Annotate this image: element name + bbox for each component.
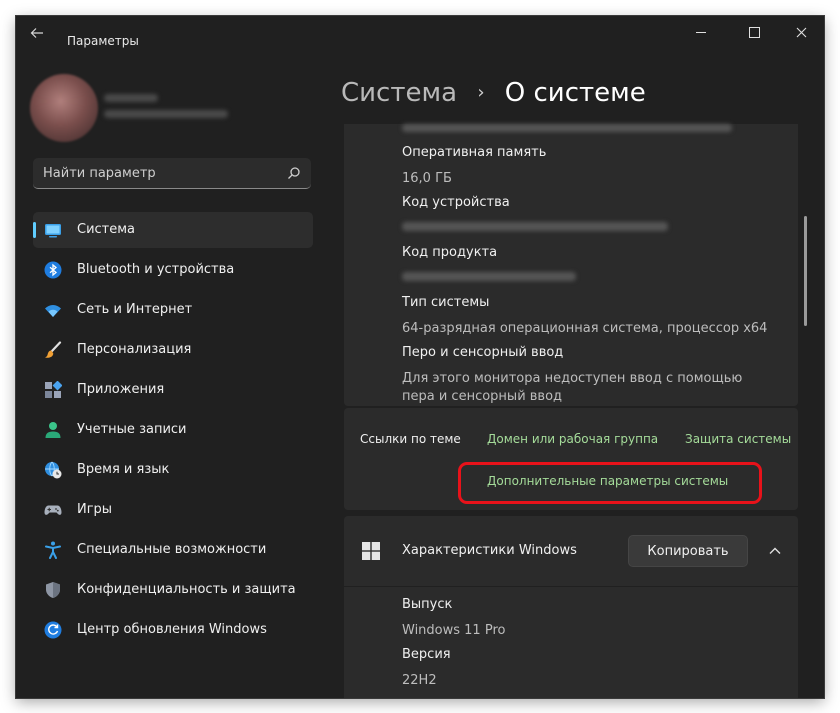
sidebar-item-label: Учетные записи [77,422,187,437]
sidebar-item-label: Система [77,222,136,237]
windows-specs-card: Характеристики Windows Копировать Выпуск… [344,516,798,698]
sidebar-item-label: Персонализация [77,342,192,357]
page-title: О системе [504,78,646,108]
chevron-up-icon[interactable] [768,544,782,558]
version-value: 22H2 [402,673,437,688]
processor-value-redacted [402,124,732,132]
search-input[interactable] [43,165,273,181]
close-button[interactable] [778,22,824,44]
wifi-icon [45,305,61,317]
account-name-redacted [104,94,158,102]
maximize-button[interactable] [731,22,777,44]
sidebar-item-windows-update[interactable]: Центр обновления Windows [33,612,313,648]
apps-icon [45,381,62,398]
copy-button[interactable]: Копировать [628,535,748,567]
sidebar-item-accessibility[interactable]: Специальные возможности [33,532,313,568]
sidebar-item-label: Конфиденциальность и защита [77,582,296,597]
globe-clock-icon [45,461,62,479]
domain-workgroup-link[interactable]: Домен или рабочая группа [487,432,658,446]
highlight-box [458,462,762,504]
bluetooth-icon [44,261,62,279]
windows-specs-title: Характеристики Windows [402,543,577,558]
account-email-redacted [104,110,228,118]
edition-value: Windows 11 Pro [402,623,506,638]
sidebar-item-label: Приложения [77,382,165,397]
device-id-value-redacted [402,222,668,231]
pen-touch-label: Перо и сенсорный ввод [402,345,564,360]
update-icon [44,621,62,639]
version-label: Версия [402,647,451,662]
ram-value: 16,0 ГБ [402,171,452,186]
system-type-value: 64-разрядная операционная система, проце… [402,321,768,336]
minimize-button[interactable] [678,22,724,44]
sidebar-item-apps[interactable]: Приложения [33,372,313,408]
back-button[interactable] [30,26,52,42]
settings-window: Параметры Система [16,16,824,698]
sidebar-item-label: Сеть и Интернет [77,302,193,317]
sidebar-item-gaming[interactable]: Игры [33,492,313,528]
sidebar-item-label: Время и язык [77,462,170,477]
sidebar-nav: Система Bluetooth и устройства Сеть и Ин… [33,212,313,652]
accessibility-icon [45,541,61,559]
brush-icon [45,341,62,358]
search-box[interactable] [33,158,311,189]
sidebar-item-network[interactable]: Сеть и Интернет [33,292,313,328]
windows-logo-icon [362,542,380,560]
shield-icon [46,582,60,598]
sidebar-item-system[interactable]: Система [33,212,313,248]
breadcrumb-parent-link[interactable]: Система [341,78,457,108]
ram-label: Оперативная память [402,145,547,160]
product-id-value-redacted [402,272,576,281]
edition-label: Выпуск [402,597,453,612]
search-icon[interactable] [287,166,301,180]
sidebar-item-label: Игры [77,502,113,517]
pen-touch-value-line1: Для этого монитора недоступен ввод с пом… [402,371,743,386]
scrollbar[interactable] [804,216,807,326]
avatar[interactable] [30,74,98,142]
sidebar-item-time-language[interactable]: Время и язык [33,452,313,488]
app-title: Параметры [67,34,139,48]
sidebar-item-label: Специальные возможности [77,542,267,557]
sidebar-item-personalization[interactable]: Персонализация [33,332,313,368]
sidebar-item-label: Bluetooth и устройства [77,262,235,277]
pen-touch-value-line2: пера и сенсорный ввод [402,389,563,404]
title-bar: Параметры [16,16,824,50]
breadcrumb-separator-icon: › [477,82,485,103]
maximize-icon [748,27,760,38]
sidebar-item-privacy[interactable]: Конфиденциальность и защита [33,572,313,608]
divider [344,586,798,587]
breadcrumb: Система › О системе [341,78,646,108]
account-icon [45,422,61,438]
product-id-label: Код продукта [402,245,498,260]
gamepad-icon [44,505,62,515]
close-icon [796,27,806,38]
system-icon [45,224,61,238]
sidebar-item-bluetooth[interactable]: Bluetooth и устройства [33,252,313,288]
sidebar-item-label: Центр обновления Windows [77,622,267,637]
related-links-title: Ссылки по теме [360,432,461,446]
system-protection-link[interactable]: Защита системы [685,432,791,446]
sidebar-item-accounts[interactable]: Учетные записи [33,412,313,448]
back-arrow-icon [30,28,43,38]
device-id-label: Код устройства [402,195,510,210]
device-specs-card: Оперативная память 16,0 ГБ Код устройств… [344,124,798,406]
minimize-icon [696,32,706,33]
system-type-label: Тип системы [402,295,490,310]
